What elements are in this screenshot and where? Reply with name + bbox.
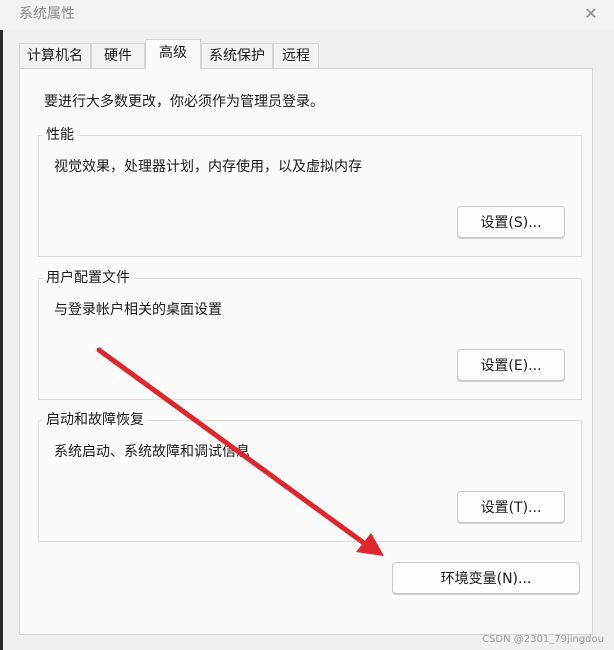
startup-recovery-settings-button[interactable]: 设置(T)...: [457, 491, 565, 523]
tab-advanced[interactable]: 高级: [145, 39, 201, 69]
startup-recovery-title: 启动和故障恢复: [43, 409, 147, 429]
tab-computer-name[interactable]: 计算机名: [19, 43, 91, 68]
startup-recovery-description: 系统启动、系统故障和调试信息: [54, 444, 250, 460]
user-profiles-group: 用户配置文件 与登录帐户相关的桌面设置 设置(E)...: [38, 267, 582, 400]
performance-group: 性能 视觉效果，处理器计划，内存使用，以及虚拟内存 设置(S)...: [38, 124, 582, 257]
startup-recovery-group: 启动和故障恢复 系统启动、系统故障和调试信息 设置(T)...: [38, 409, 582, 542]
window-title: 系统属性: [19, 6, 75, 22]
tab-hardware[interactable]: 硬件: [91, 43, 145, 68]
window-edge: [0, 0, 3, 650]
performance-title: 性能: [43, 124, 77, 144]
tab-system-protection[interactable]: 系统保护: [201, 43, 273, 68]
close-icon[interactable]: ✕: [568, 0, 614, 26]
tab-remote[interactable]: 远程: [273, 43, 319, 68]
user-profiles-settings-button[interactable]: 设置(E)...: [457, 349, 565, 381]
watermark: CSDN @2301_79jingdou: [482, 634, 604, 645]
environment-variables-button[interactable]: 环境变量(N)...: [392, 562, 580, 594]
user-profiles-title: 用户配置文件: [43, 267, 133, 287]
performance-settings-button[interactable]: 设置(S)...: [457, 206, 565, 238]
admin-notice: 要进行大多数更改，你必须作为管理员登录。: [44, 94, 324, 110]
system-properties-window: 系统属性 ✕ 计算机名 硬件 高级 系统保护 远程 要进行大多数更改，你必须作为…: [0, 0, 614, 650]
performance-description: 视觉效果，处理器计划，内存使用，以及虚拟内存: [54, 159, 362, 175]
title-bar: 系统属性 ✕: [0, 0, 614, 30]
user-profiles-description: 与登录帐户相关的桌面设置: [54, 302, 222, 318]
